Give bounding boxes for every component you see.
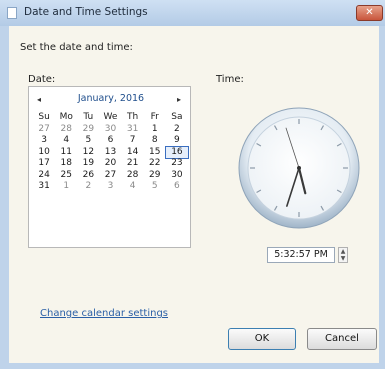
calendar-day[interactable]: 27 xyxy=(33,124,55,136)
weekday-header: Su xyxy=(38,112,50,122)
ok-button[interactable]: OK xyxy=(228,328,296,350)
date-time-dialog: Date and Time Settings ✕ Set the date an… xyxy=(0,0,385,369)
calendar-day[interactable]: 2 xyxy=(77,181,99,193)
calendar: ◂ January, 2016 ▸ Su Mo Tu We Th Fr Sa 27 28 29 30… xyxy=(28,86,191,248)
calendar-day[interactable]: 21 xyxy=(122,158,144,170)
spinner-up-icon[interactable]: ▲ xyxy=(339,248,347,255)
calendar-day[interactable]: 31 xyxy=(33,181,55,193)
calendar-day[interactable]: 28 xyxy=(55,124,77,136)
next-month-icon[interactable]: ▸ xyxy=(177,95,181,104)
calendar-day[interactable]: 31 xyxy=(122,124,144,136)
prev-month-icon[interactable]: ◂ xyxy=(37,95,41,104)
window-title: Date and Time Settings xyxy=(24,6,148,18)
calendar-day[interactable]: 22 xyxy=(144,158,166,170)
calendar-day[interactable]: 3 xyxy=(33,135,55,147)
time-spinner[interactable]: ▲ ▼ xyxy=(338,247,348,263)
calendar-day[interactable]: 1 xyxy=(55,181,77,193)
time-input[interactable]: 5:32:57 PM xyxy=(267,247,335,263)
calendar-day[interactable]: 23 xyxy=(166,158,188,170)
page-heading: Set the date and time: xyxy=(20,42,133,53)
analog-clock xyxy=(238,107,360,229)
window-icon xyxy=(7,7,17,19)
weekday-header: We xyxy=(103,112,118,122)
calendar-day[interactable]: 6 xyxy=(99,135,121,147)
calendar-grid: Su Mo Tu We Th Fr Sa 27 28 29 30 31 1 2 3 4 5 6 7 8 9 10 11 12 1… xyxy=(33,112,189,193)
calendar-day[interactable]: 24 xyxy=(33,170,55,182)
weekday-header: Sa xyxy=(171,112,183,122)
calendar-month-title[interactable]: January, 2016 xyxy=(57,93,165,104)
weekday-header: Mo xyxy=(59,112,73,122)
calendar-day[interactable]: 14 xyxy=(122,147,144,159)
weekday-header: Tu xyxy=(83,112,94,122)
calendar-day[interactable]: 26 xyxy=(77,170,99,182)
calendar-day[interactable]: 17 xyxy=(33,158,55,170)
weekday-header: Th xyxy=(127,112,139,122)
weekday-header: Fr xyxy=(150,112,159,122)
calendar-day[interactable]: 29 xyxy=(144,170,166,182)
calendar-day[interactable]: 7 xyxy=(122,135,144,147)
calendar-day[interactable]: 5 xyxy=(144,181,166,193)
calendar-day[interactable]: 15 xyxy=(144,147,166,159)
calendar-day[interactable]: 13 xyxy=(99,147,121,159)
calendar-day[interactable]: 30 xyxy=(99,124,121,136)
date-label: Date: xyxy=(28,74,56,85)
calendar-day-selected[interactable]: 16 xyxy=(164,145,189,159)
calendar-day[interactable]: 4 xyxy=(55,135,77,147)
spinner-down-icon[interactable]: ▼ xyxy=(339,255,347,262)
calendar-day[interactable]: 25 xyxy=(55,170,77,182)
calendar-day[interactable]: 27 xyxy=(99,170,121,182)
calendar-day[interactable]: 3 xyxy=(99,181,121,193)
calendar-day[interactable]: 2 xyxy=(166,124,188,136)
calendar-day[interactable]: 12 xyxy=(77,147,99,159)
calendar-day[interactable]: 10 xyxy=(33,147,55,159)
calendar-day[interactable]: 20 xyxy=(99,158,121,170)
title-bar[interactable]: Date and Time Settings ✕ xyxy=(0,0,385,26)
calendar-day[interactable]: 18 xyxy=(55,158,77,170)
calendar-day[interactable]: 11 xyxy=(55,147,77,159)
cancel-button[interactable]: Cancel xyxy=(307,328,377,350)
calendar-day[interactable]: 4 xyxy=(122,181,144,193)
dialog-body: Set the date and time: Date: Time: ◂ Jan… xyxy=(9,26,379,363)
calendar-day[interactable]: 29 xyxy=(77,124,99,136)
close-button[interactable]: ✕ xyxy=(356,5,383,21)
calendar-day[interactable]: 30 xyxy=(166,170,188,182)
calendar-day[interactable]: 9 xyxy=(166,135,188,147)
calendar-day[interactable]: 8 xyxy=(144,135,166,147)
change-calendar-settings-link[interactable]: Change calendar settings xyxy=(40,308,168,319)
calendar-day[interactable]: 19 xyxy=(77,158,99,170)
time-label: Time: xyxy=(216,74,244,85)
calendar-day[interactable]: 5 xyxy=(77,135,99,147)
calendar-day[interactable]: 6 xyxy=(166,181,188,193)
calendar-day[interactable]: 28 xyxy=(122,170,144,182)
clock-center-pin xyxy=(297,166,301,170)
calendar-day[interactable]: 1 xyxy=(144,124,166,136)
